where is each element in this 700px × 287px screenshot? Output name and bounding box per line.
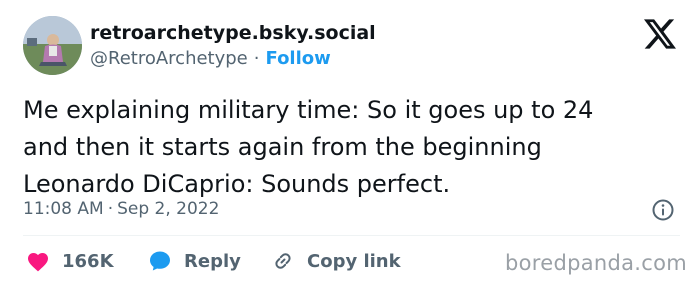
copy-link-label: Copy link [307, 250, 401, 272]
copy-link-button[interactable]: Copy link [271, 248, 401, 274]
like-button[interactable]: 166K [26, 248, 114, 274]
watermark: boredpanda.com [505, 251, 688, 275]
tweet-text-line: and then it starts again from the beginn… [23, 133, 542, 161]
tweet-text: Me explaining military time: So it goes … [23, 92, 683, 203]
reply-button[interactable]: Reply [148, 248, 241, 274]
tweet-card: retroarchetype.bsky.social @RetroArchety… [0, 0, 700, 287]
avatar[interactable] [23, 16, 82, 75]
handle-separator: · [253, 48, 260, 69]
like-count: 166K [62, 250, 114, 272]
x-logo-icon[interactable] [644, 19, 676, 49]
handle-line: @RetroArchetype · Follow [90, 48, 331, 69]
timestamp-separator: · [107, 199, 114, 219]
speech-bubble-icon [150, 251, 170, 271]
info-icon[interactable] [651, 198, 675, 222]
reply-label: Reply [184, 250, 241, 272]
tweet-time: 11:08 AM [23, 199, 104, 219]
tweet-text-line: Leonardo DiCaprio: Sounds perfect. [23, 170, 451, 198]
heart-icon [28, 253, 48, 272]
display-name[interactable]: retroarchetype.bsky.social [90, 22, 376, 44]
follow-button[interactable]: Follow [266, 48, 331, 69]
tweet-text-line: Me explaining military time: So it goes … [23, 96, 594, 124]
timestamp[interactable]: 11:08 AM · Sep 2, 2022 [23, 199, 219, 219]
tweet-date: Sep 2, 2022 [117, 199, 220, 219]
avatar-photo [23, 16, 82, 75]
divider [23, 235, 680, 236]
handle[interactable]: @RetroArchetype [90, 48, 248, 69]
link-icon [275, 253, 291, 269]
